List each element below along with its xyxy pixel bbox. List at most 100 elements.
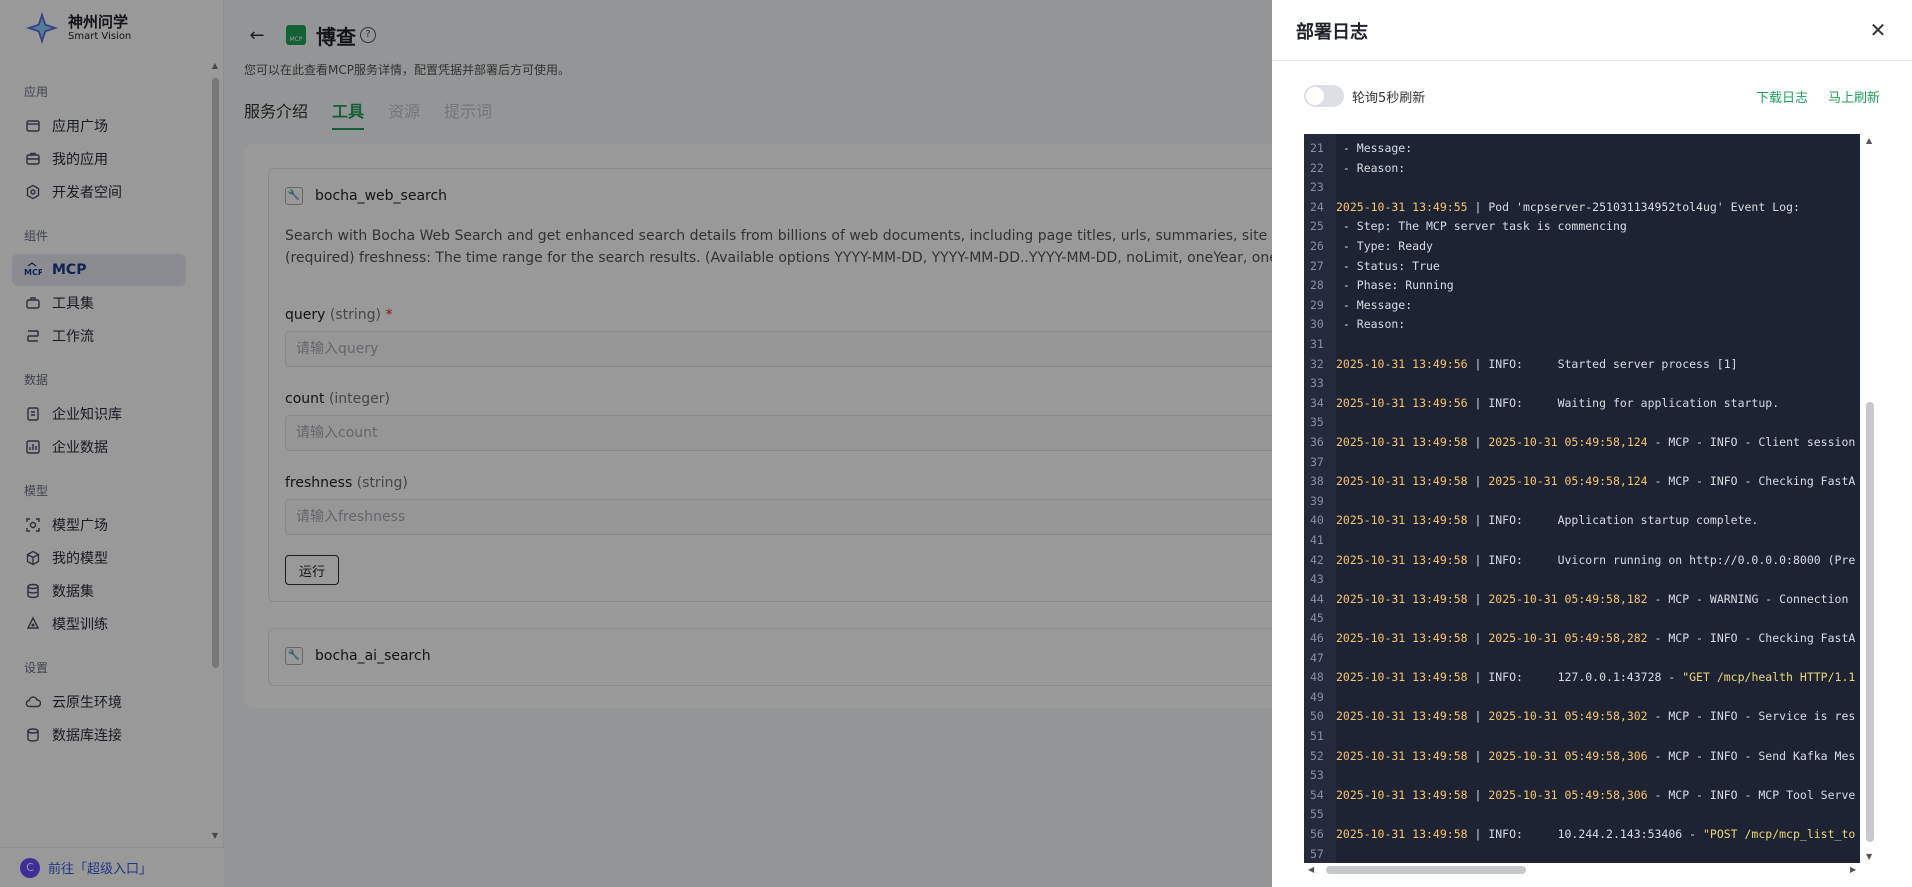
log-text: 2025-10-31 13:49:56 | INFO: Started serv… (1330, 357, 1738, 371)
download-log-link[interactable]: 下载日志 (1756, 87, 1808, 106)
log-text: - Phase: Running (1330, 278, 1454, 292)
log-message: | (1467, 591, 1489, 606)
log-timestamp: 2025-10-31 13:49:58 (1336, 552, 1468, 567)
log-line: 25 - Step: The MCP server task is commen… (1304, 216, 1880, 236)
log-vertical-scrollbar[interactable]: ▲ ▼ (1860, 134, 1880, 863)
divider (1272, 60, 1912, 61)
log-text: 2025-10-31 13:49:58 | INFO: 10.244.2.143… (1330, 827, 1855, 841)
log-text: - Type: Ready (1330, 239, 1433, 253)
line-number: 57 (1310, 846, 1324, 861)
log-line: 51 (1304, 726, 1880, 746)
log-message: | Pod 'mcpserver-251031134952tol4ug' Eve… (1467, 199, 1800, 214)
line-number: 44 (1310, 591, 1324, 606)
log-line: 49 (1304, 687, 1880, 707)
log-line: 43 (1304, 569, 1880, 589)
log-text: - Reason: (1330, 317, 1405, 331)
poll-refresh-toggle[interactable] (1304, 85, 1344, 107)
log-message: - MCP - INFO - MCP Tool Serve (1647, 787, 1856, 802)
scroll-right-icon[interactable]: ▶ (1850, 863, 1856, 877)
log-text: - Message: (1330, 141, 1412, 155)
log-viewer[interactable]: 21 - Message: 22 - Reason: 23 24 2025-10-31 … (1304, 134, 1880, 863)
log-timestamp: 2025-10-31 05:49:58,282 (1488, 631, 1648, 645)
log-horizontal-scrollbar[interactable]: ◀ ▶ (1304, 863, 1880, 877)
log-timestamp: 2025-10-31 13:49:58 (1336, 748, 1468, 763)
log-line: 44 2025-10-31 13:49:58 | 2025-10-31 05:49… (1304, 589, 1880, 609)
line-number: 24 (1310, 199, 1324, 214)
log-message: - MCP - INFO - Client session (1647, 435, 1856, 449)
log-line: 37 (1304, 452, 1880, 472)
log-line: 31 (1304, 334, 1880, 354)
line-number: 55 (1310, 807, 1324, 822)
line-number: 35 (1310, 415, 1324, 430)
log-timestamp: 2025-10-31 05:49:58,302 (1488, 709, 1648, 724)
log-timestamp: 2025-10-31 13:49:55 (1336, 199, 1468, 214)
line-number: 36 (1310, 435, 1324, 449)
log-line: 46 2025-10-31 13:49:58 | 2025-10-31 05:49… (1304, 628, 1880, 648)
log-text: 2025-10-31 13:49:58 | INFO: 127.0.0.1:43… (1330, 670, 1855, 684)
log-message: | (1467, 748, 1489, 763)
line-number: 32 (1310, 356, 1324, 371)
log-text: 2025-10-31 13:49:58 | INFO: Application … (1330, 513, 1758, 527)
line-number: 52 (1310, 748, 1324, 763)
log-line: 33 (1304, 373, 1880, 393)
log-timestamp: 2025-10-31 13:49:58 (1336, 787, 1468, 802)
log-text: 2025-10-31 13:49:58 | 2025-10-31 05:49:5… (1330, 788, 1855, 802)
log-text: 2025-10-31 13:49:55 | Pod 'mcpserver-251… (1330, 200, 1800, 214)
log-message: | (1467, 631, 1489, 645)
log-text: 2025-10-31 13:49:58 | 2025-10-31 05:49:5… (1330, 709, 1855, 723)
scroll-up-icon[interactable]: ▲ (1866, 136, 1872, 145)
log-line: 32 2025-10-31 13:49:56 | INFO: Started se… (1304, 354, 1880, 374)
log-line: 40 2025-10-31 13:49:58 | INFO: Applicatio… (1304, 510, 1880, 530)
log-message: - Type: Ready (1336, 239, 1433, 253)
log-message: - MCP - INFO - Checking FastA (1647, 631, 1856, 645)
line-number: 41 (1310, 533, 1324, 547)
line-number: 47 (1310, 650, 1324, 665)
log-message: - Step: The MCP server task is commencin… (1336, 219, 1627, 234)
log-line: 41 (1304, 530, 1880, 550)
log-line: 22 - Reason: (1304, 158, 1880, 178)
log-timestamp: 2025-10-31 05:49:58,306 (1488, 748, 1648, 763)
log-message: | (1467, 435, 1489, 449)
log-line: 23 (1304, 177, 1880, 197)
deploy-log-drawer: 部署日志 ✕ 轮询5秒刷新 下载日志 马上刷新 21 - Message: 22 … (1272, 0, 1912, 887)
log-message: | INFO: Uvicorn running on http://0.0.0.… (1467, 552, 1856, 567)
log-line: 21 - Message: (1304, 138, 1880, 158)
log-h-scroll-thumb[interactable] (1326, 866, 1526, 874)
line-number: 45 (1310, 611, 1324, 626)
log-scroll-thumb[interactable] (1866, 402, 1874, 842)
log-text: - Status: True (1330, 259, 1440, 273)
log-request-string: "POST /mcp/mcp_list_to (1702, 827, 1856, 841)
log-message: | INFO: Started server process [1] (1467, 356, 1738, 371)
log-timestamp: 2025-10-31 13:49:56 (1336, 395, 1468, 410)
log-line: 52 2025-10-31 13:49:58 | 2025-10-31 05:49… (1304, 746, 1880, 766)
scroll-down-icon[interactable]: ▼ (1866, 852, 1872, 861)
line-number: 25 (1310, 219, 1324, 234)
log-message: | INFO: 10.244.2.143:53406 - (1467, 827, 1703, 841)
log-line: 34 2025-10-31 13:49:56 | INFO: Waiting fo… (1304, 393, 1880, 413)
log-line: 53 (1304, 765, 1880, 785)
line-number: 33 (1310, 376, 1324, 391)
log-line: 27 - Status: True (1304, 256, 1880, 276)
refresh-now-link[interactable]: 马上刷新 (1828, 87, 1880, 106)
log-message: - MCP - WARNING - Connection (1647, 591, 1849, 606)
modal-overlay[interactable] (0, 0, 1272, 887)
scroll-left-icon[interactable]: ◀ (1308, 863, 1314, 877)
log-text: - Step: The MCP server task is commencin… (1330, 219, 1627, 233)
log-line: 24 2025-10-31 13:49:55 | Pod 'mcpserver-2… (1304, 197, 1880, 217)
line-number: 34 (1310, 395, 1324, 410)
log-message: - Reason: (1336, 160, 1406, 175)
poll-refresh-label: 轮询5秒刷新 (1352, 91, 1426, 106)
line-number: 30 (1310, 317, 1324, 332)
log-message: | INFO: Waiting for application startup. (1467, 395, 1780, 410)
close-icon[interactable]: ✕ (1868, 18, 1888, 42)
log-timestamp: 2025-10-31 13:49:58 (1336, 827, 1468, 841)
log-line: 48 2025-10-31 13:49:58 | INFO: 127.0.0.1:… (1304, 667, 1880, 687)
log-timestamp: 2025-10-31 13:49:58 (1336, 670, 1468, 685)
log-text: - Message: (1330, 298, 1412, 312)
